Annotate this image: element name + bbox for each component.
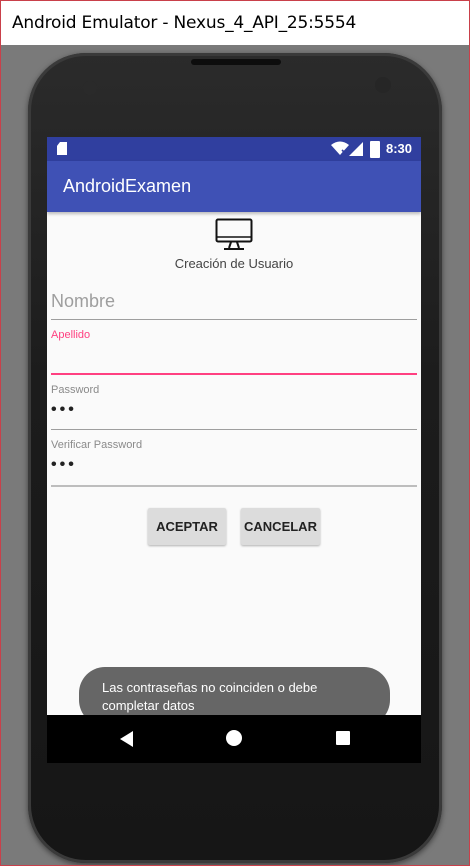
recents-icon[interactable] xyxy=(336,731,350,745)
monitor-icon xyxy=(215,218,253,250)
sd-card-icon xyxy=(57,142,67,155)
apellido-field[interactable]: Apellido xyxy=(51,329,417,377)
password-label: Password xyxy=(51,384,100,396)
toast-message: Las contraseñas no coinciden o debe comp… xyxy=(102,680,318,713)
verify-password-value: ••• xyxy=(51,456,77,473)
verify-password-underline xyxy=(51,485,417,487)
cancel-button[interactable]: CANCELAR xyxy=(241,508,320,545)
battery-icon xyxy=(370,141,380,158)
apellido-label: Apellido xyxy=(51,329,91,341)
apellido-underline xyxy=(51,373,417,375)
password-field[interactable]: Password ••• xyxy=(51,384,417,432)
wifi-icon xyxy=(331,141,349,155)
home-icon[interactable] xyxy=(226,730,242,746)
verify-password-field[interactable]: Verificar Password ••• xyxy=(51,439,417,487)
status-bar: 8:30 xyxy=(47,137,421,161)
accept-button[interactable]: ACEPTAR xyxy=(148,508,226,545)
speaker-grille xyxy=(191,59,281,65)
verify-password-label: Verificar Password xyxy=(51,439,143,451)
proximity-sensor xyxy=(83,81,97,95)
nombre-field[interactable]: Nombre xyxy=(51,291,417,331)
navigation-bar xyxy=(47,715,421,763)
back-icon[interactable] xyxy=(120,731,133,747)
nombre-placeholder: Nombre xyxy=(51,291,116,311)
form-heading: Creación de Usuario xyxy=(174,256,294,271)
signal-icon xyxy=(349,142,363,156)
emulator-window: Android Emulator - Nexus_4_API_25:5554 8… xyxy=(0,0,470,866)
form-content: Creación de Usuario Nombre Apellido Pass… xyxy=(47,212,421,726)
app-title: AndroidExamen xyxy=(63,176,192,196)
window-title: Android Emulator - Nexus_4_API_25:5554 xyxy=(12,13,357,33)
nombre-underline xyxy=(51,319,417,320)
front-camera xyxy=(375,77,391,93)
password-value: ••• xyxy=(51,401,77,418)
password-underline xyxy=(51,429,417,430)
window-titlebar[interactable]: Android Emulator - Nexus_4_API_25:5554 xyxy=(1,1,469,45)
status-time: 8:30 xyxy=(386,141,413,156)
device-screen: 8:30 AndroidExamen Creación de Usuario N… xyxy=(47,137,421,763)
app-bar: AndroidExamen xyxy=(47,161,421,212)
